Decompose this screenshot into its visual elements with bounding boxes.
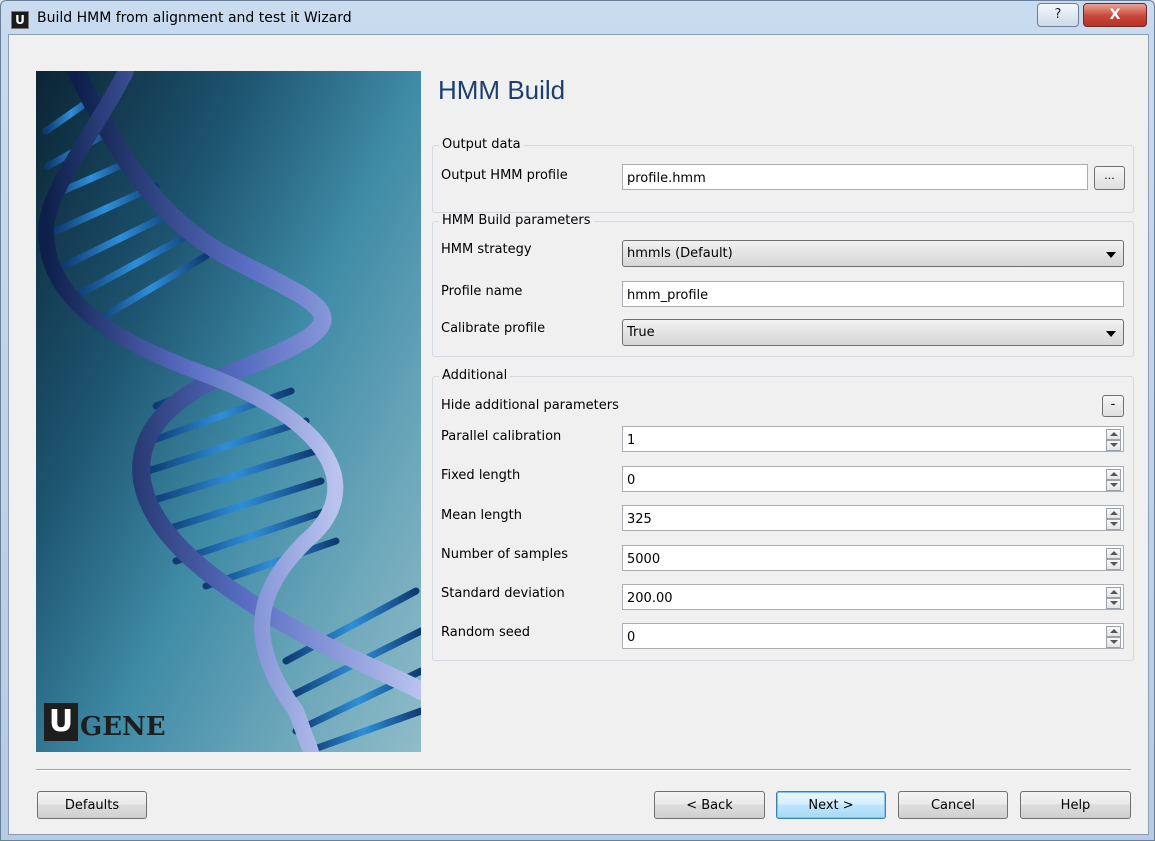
next-button[interactable]: Next > (776, 791, 886, 819)
hmm-strategy-select[interactable]: hmmls (Default) (622, 240, 1124, 267)
standard-deviation-label: Standard deviation (441, 586, 565, 601)
profile-name-label: Profile name (441, 284, 523, 299)
fixed-length-label: Fixed length (441, 468, 521, 483)
spin-arrows-icon[interactable] (1106, 469, 1121, 491)
help-title-button[interactable]: ? (1037, 3, 1079, 27)
parallel-calibration-spinbox[interactable]: 1 (622, 426, 1124, 452)
hmm-build-params-group: HMM Build parameters HMM strategy hmmls … (432, 213, 1134, 357)
calibrate-profile-select[interactable]: True (622, 319, 1124, 346)
output-profile-field[interactable]: profile.hmm (622, 164, 1088, 190)
random-seed-spinbox[interactable]: 0 (622, 623, 1124, 649)
mean-length-value: 325 (627, 512, 652, 527)
spin-arrows-icon[interactable] (1106, 587, 1121, 609)
button-separator (36, 769, 1131, 771)
number-of-samples-value: 5000 (627, 552, 661, 567)
parallel-calibration-value: 1 (627, 433, 636, 448)
output-profile-label: Output HMM profile (441, 168, 568, 183)
number-of-samples-spinbox[interactable]: 5000 (622, 545, 1124, 571)
spin-arrows-icon[interactable] (1106, 508, 1121, 530)
window-title: Build HMM from alignment and test it Wiz… (37, 10, 352, 26)
title-bar[interactable]: U Build HMM from alignment and test it W… (1, 1, 1154, 35)
group-title-output: Output data (439, 137, 524, 152)
hmm-strategy-value: hmmls (Default) (627, 246, 733, 261)
ugene-logo-mark: U (44, 703, 78, 741)
dna-helix-image: U GENE (36, 71, 421, 752)
dna-helix-graphic (37, 71, 421, 752)
mean-length-spinbox[interactable]: 325 (622, 505, 1124, 531)
parallel-calibration-label: Parallel calibration (441, 429, 562, 444)
chevron-down-icon (1106, 331, 1116, 337)
wizard-window: U Build HMM from alignment and test it W… (0, 0, 1155, 841)
page-title: HMM Build (438, 75, 566, 105)
spin-arrows-icon[interactable] (1106, 548, 1121, 570)
group-title-additional: Additional (439, 368, 511, 383)
hmm-strategy-label: HMM strategy (441, 242, 532, 257)
standard-deviation-spinbox[interactable]: 200.00 (622, 584, 1124, 610)
ugene-logo-text: GENE (80, 712, 166, 742)
help-button[interactable]: Help (1020, 791, 1131, 819)
defaults-button[interactable]: Defaults (37, 791, 147, 819)
random-seed-value: 0 (627, 630, 636, 645)
chevron-down-icon (1106, 252, 1116, 258)
group-title-build-params: HMM Build parameters (439, 213, 594, 228)
calibrate-profile-value: True (627, 325, 655, 340)
cancel-button[interactable]: Cancel (898, 791, 1008, 819)
spin-arrows-icon[interactable] (1106, 626, 1121, 648)
random-seed-label: Random seed (441, 625, 530, 640)
browse-button[interactable]: ... (1094, 166, 1125, 190)
hide-additional-label: Hide additional parameters (441, 398, 619, 413)
spin-arrows-icon[interactable] (1106, 429, 1121, 451)
ugene-app-icon: U (11, 11, 29, 29)
standard-deviation-value: 200.00 (627, 591, 673, 606)
profile-name-field[interactable]: hmm_profile (622, 281, 1124, 307)
mean-length-label: Mean length (441, 508, 522, 523)
output-data-group: Output data Output HMM profile profile.h… (432, 137, 1134, 213)
additional-group: Additional Hide additional parameters - … (432, 368, 1134, 661)
number-of-samples-label: Number of samples (441, 547, 569, 562)
wizard-client-area: U GENE HMM Build Output data Output HMM … (8, 34, 1149, 835)
back-button[interactable]: < Back (654, 791, 765, 819)
collapse-additional-button[interactable]: - (1102, 395, 1124, 417)
close-window-button[interactable]: X (1083, 3, 1147, 27)
fixed-length-value: 0 (627, 473, 636, 488)
calibrate-profile-label: Calibrate profile (441, 321, 546, 336)
fixed-length-spinbox[interactable]: 0 (622, 466, 1124, 492)
